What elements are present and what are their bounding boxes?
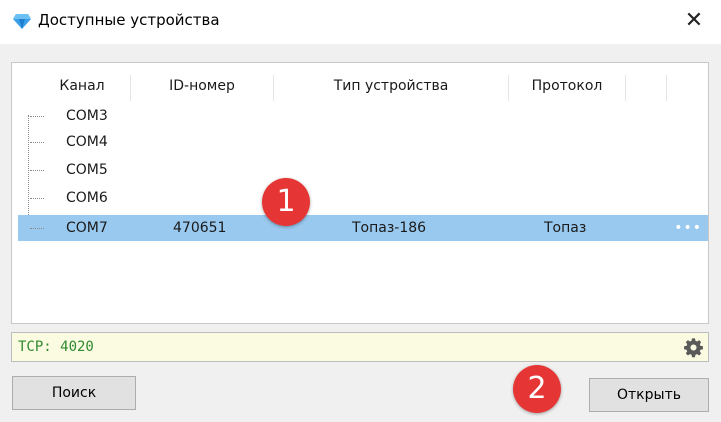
column-header-protocol[interactable]: Протокол	[509, 71, 625, 101]
tree-branch	[30, 228, 44, 229]
channel-cell: COM6	[66, 190, 108, 206]
tree-branch	[30, 198, 44, 199]
tree-branch	[30, 142, 44, 143]
table-row[interactable]: COM4	[18, 129, 708, 155]
column-header-channel[interactable]: Канал	[34, 71, 130, 101]
window-title: Доступные устройства	[38, 11, 220, 29]
table-row[interactable]: COM5	[18, 157, 708, 183]
tcp-status-bar: TCP: 4020	[11, 332, 709, 362]
column-separator	[625, 75, 626, 101]
callout-badge-2: 2	[513, 365, 561, 413]
table-row[interactable]: COM3	[18, 103, 708, 129]
diamond-icon	[13, 14, 31, 29]
channel-cell: COM5	[66, 162, 108, 178]
protocol-cell: Топаз	[544, 220, 587, 236]
tcp-port-label: TCP: 4020	[18, 339, 94, 355]
column-header-id[interactable]: ID-номер	[131, 71, 273, 101]
id-cell: 470651	[173, 220, 227, 236]
title-bar: Доступные устройства ✕	[0, 0, 721, 44]
column-separator	[666, 75, 667, 101]
column-header-type[interactable]: Тип устройства	[274, 71, 508, 101]
tree-branch	[30, 170, 44, 171]
table-header: Канал ID-номер Тип устройства Протокол	[12, 71, 708, 101]
gear-icon[interactable]	[683, 337, 704, 358]
search-button[interactable]: Поиск	[12, 376, 136, 410]
callout-badge-1: 1	[262, 178, 310, 226]
type-cell: Топаз-186	[352, 220, 427, 236]
dialog-window: Доступные устройства ✕ Канал ID-номер Ти…	[0, 0, 721, 422]
ellipsis-icon[interactable]: •••	[674, 215, 702, 241]
channel-cell: COM4	[66, 134, 108, 150]
close-button[interactable]: ✕	[677, 6, 711, 36]
open-button[interactable]: Открыть	[589, 378, 709, 412]
table-row[interactable]: COM6	[18, 185, 708, 211]
table-row-selected[interactable]: COM7 470651 Топаз-186 Топаз •••	[18, 215, 708, 241]
channel-cell: COM7	[66, 220, 108, 236]
channel-cell: COM3	[66, 108, 108, 124]
tree-branch	[30, 116, 44, 117]
device-list[interactable]: Канал ID-номер Тип устройства Протокол C…	[11, 62, 709, 324]
